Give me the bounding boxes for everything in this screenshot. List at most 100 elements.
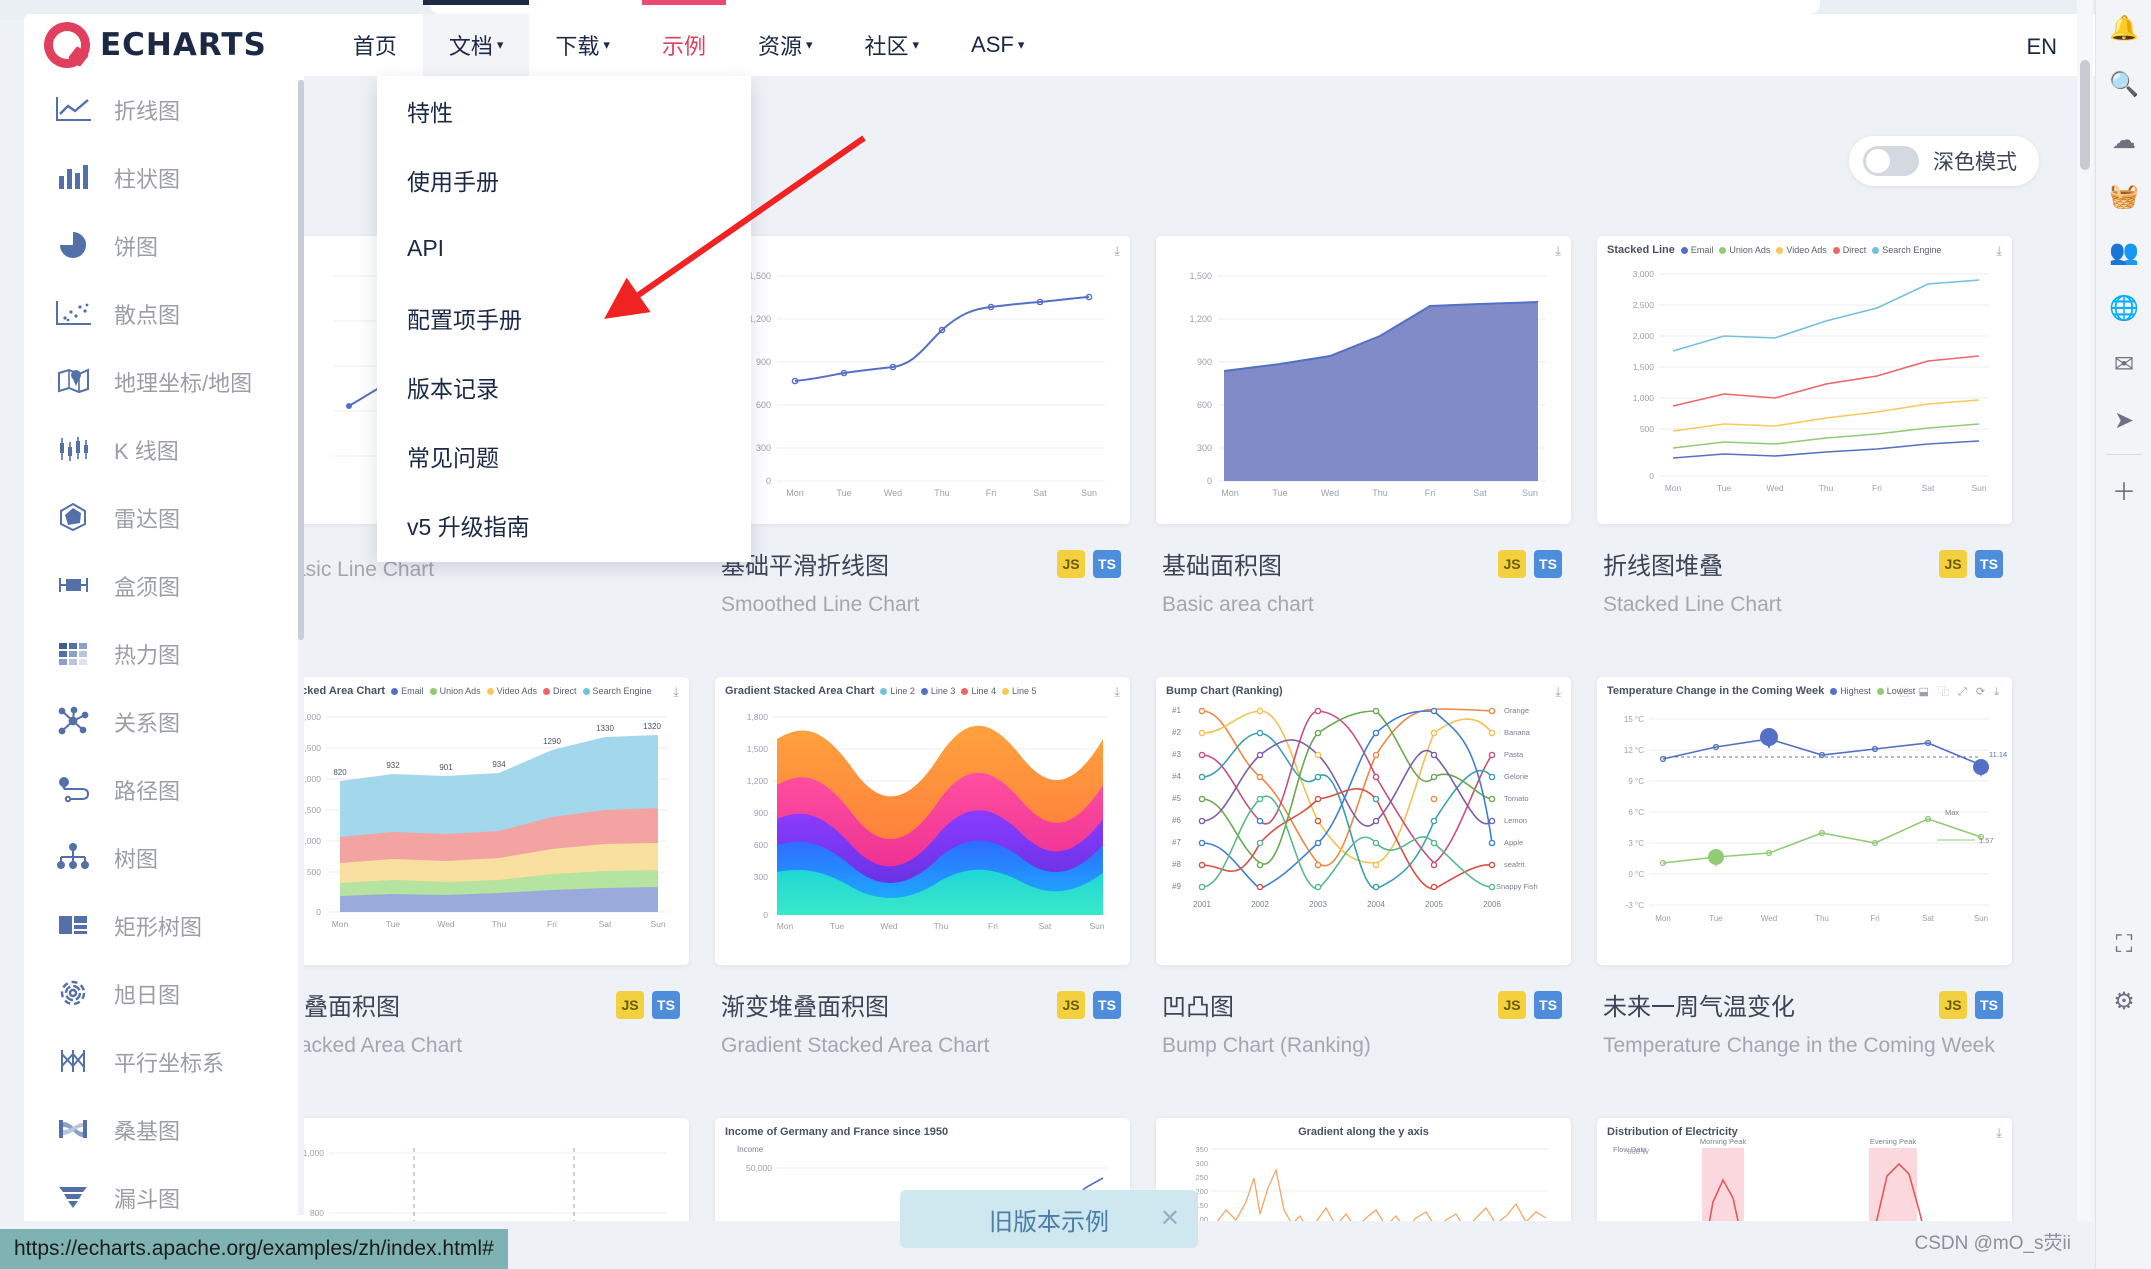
sidebar-item-heatmap[interactable]: 热力图 xyxy=(24,620,304,688)
example-card[interactable]: Bump Chart (Ranking) #1 #2 #3 #4 #5 #6 #7 #8 #… xyxy=(1156,677,1584,1058)
legend-item[interactable]: Union Ads xyxy=(429,686,481,696)
legend-item[interactable]: Search Engine xyxy=(582,686,652,696)
plus-icon[interactable]: ＋ xyxy=(2096,461,2151,517)
badge-ts[interactable]: TS xyxy=(1975,549,2003,578)
basket-icon[interactable]: 🧺 xyxy=(2096,168,2151,224)
badge-ts[interactable]: TS xyxy=(1093,549,1121,578)
badge-js[interactable]: JS xyxy=(1057,549,1085,578)
badge-ts[interactable]: TS xyxy=(1534,549,1562,578)
legend-item[interactable]: Direct xyxy=(1832,245,1866,255)
outlook-icon[interactable]: ✉ xyxy=(2096,336,2151,392)
dropdown-item-changelog[interactable]: 版本记录 xyxy=(377,352,751,421)
search-icon[interactable]: 🔍 xyxy=(2096,56,2151,112)
chart-thumbnail[interactable]: 1,000800600 xyxy=(304,1118,689,1221)
chart-thumbnail[interactable]: 1,500 1,200 900 600 300 0 Mon Tue Wed Thu Fri Sa… xyxy=(1156,236,1571,524)
dark-mode-switch[interactable] xyxy=(1863,146,1919,176)
chart-thumbnail[interactable]: Temperature Change in the Coming Week Hi… xyxy=(1597,677,2012,965)
badge-ts[interactable]: TS xyxy=(1975,990,2003,1019)
example-card[interactable]: Gradient along the y axis 350 300 250 200 1… xyxy=(1156,1118,1584,1221)
download-icon[interactable]: ⤓ xyxy=(1996,1125,2002,1141)
page-scrollbar[interactable] xyxy=(2077,0,2093,1221)
badge-ts[interactable]: TS xyxy=(652,990,680,1019)
sidebar-item-bar[interactable]: 柱状图 xyxy=(24,144,304,212)
dark-mode-toggle[interactable]: 深色模式 xyxy=(1849,136,2039,186)
nav-item-asf[interactable]: ASF ▾ xyxy=(945,14,1050,76)
badge-ts[interactable]: TS xyxy=(1093,990,1121,1019)
toolbox-icons[interactable]: ⬚ ⬓ ⿻ ⤢ ⟳ ⤓ xyxy=(1899,683,2002,699)
badge-js[interactable]: JS xyxy=(1939,549,1967,578)
legend-item[interactable]: Line 2 xyxy=(880,686,915,696)
close-icon[interactable]: ✕ xyxy=(1160,1204,1180,1233)
sidebar-item-funnel[interactable]: 漏斗图 xyxy=(24,1164,304,1221)
sidebar-item-candlestick[interactable]: K 线图 xyxy=(24,416,304,484)
chart-thumbnail[interactable]: Gradient Stacked Area Chart Line 2 Line … xyxy=(715,677,1130,965)
badge-js[interactable]: JS xyxy=(1498,990,1526,1019)
example-card[interactable]: Stacked Line Email Union Ads Video Ads D… xyxy=(1597,236,2025,617)
badge-js[interactable]: JS xyxy=(616,990,644,1019)
nav-item-home[interactable]: 首页 xyxy=(327,14,423,76)
legend-item[interactable]: Email xyxy=(1680,245,1713,255)
echarts-logo[interactable]: ECHARTS xyxy=(44,22,267,68)
page-scrollbar-thumb[interactable] xyxy=(2080,60,2090,170)
chart-thumbnail[interactable]: Stacked Line Email Union Ads Video Ads D… xyxy=(1597,236,2012,524)
download-icon[interactable]: ⤓ xyxy=(1996,243,2002,259)
language-switch[interactable]: EN xyxy=(2026,34,2057,60)
nav-item-docs[interactable]: 文档 ▾ xyxy=(422,0,530,76)
legend-item[interactable]: Video Ads xyxy=(1776,245,1827,255)
settings-icon[interactable]: ⚙ xyxy=(2096,973,2151,1029)
dropdown-item-faq[interactable]: 常见问题 xyxy=(377,421,751,490)
globe-icon[interactable]: 🌐 xyxy=(2096,280,2151,336)
example-card[interactable]: 1,000800600 xyxy=(304,1118,702,1221)
sidebar-item-map[interactable]: 地理坐标/地图 xyxy=(24,348,304,416)
cloud-icon[interactable]: ☁ xyxy=(2096,112,2151,168)
download-icon[interactable]: ⤓ xyxy=(673,684,679,700)
download-icon[interactable]: ⤓ xyxy=(1114,243,1120,259)
legend-item[interactable]: Union Ads xyxy=(1719,245,1770,255)
legend-item[interactable]: Line 4 xyxy=(961,686,996,696)
example-card[interactable]: 1,500 1,200 900 600 300 0 Mon Tue Wed Thu Fri Sa… xyxy=(715,236,1143,617)
legend-item[interactable]: Direct xyxy=(543,686,577,696)
nav-item-resources[interactable]: 资源 ▾ xyxy=(732,14,839,76)
chart-thumbnail[interactable]: Gradient along the y axis 350 300 250 200 1… xyxy=(1156,1118,1571,1221)
chart-thumbnail[interactable]: Bump Chart (Ranking) #1 #2 #3 #4 #5 #6 #7 #8 #… xyxy=(1156,677,1571,965)
dropdown-item-option-manual[interactable]: 配置项手册 xyxy=(377,283,751,352)
legend-item[interactable]: Search Engine xyxy=(1872,245,1941,255)
sidebar-item-radar[interactable]: 雷达图 xyxy=(24,484,304,552)
sidebar-item-sunburst[interactable]: 旭日图 xyxy=(24,960,304,1028)
sidebar-item-boxplot[interactable]: 盒须图 xyxy=(24,552,304,620)
chart-thumbnail[interactable]: 1,500 1,200 900 600 300 0 Mon Tue Wed Thu Fri Sa… xyxy=(715,236,1130,524)
snip-icon[interactable]: ⛶ xyxy=(2096,917,2151,973)
sidebar-item-tree[interactable]: 树图 xyxy=(24,824,304,892)
dropdown-item-handbook[interactable]: 使用手册 xyxy=(377,145,751,214)
chart-thumbnail[interactable]: Distribution of Electricity ⤓ Flow Data … xyxy=(1597,1118,2012,1221)
sidebar-item-sankey[interactable]: 桑基图 xyxy=(24,1096,304,1164)
badge-js[interactable]: JS xyxy=(1939,990,1967,1019)
example-card[interactable]: Distribution of Electricity ⤓ Flow Data … xyxy=(1597,1118,2025,1221)
example-card[interactable]: Stacked Area Chart Email Union Ads Video… xyxy=(304,677,702,1058)
example-card[interactable]: Gradient Stacked Area Chart Line 2 Line … xyxy=(715,677,1143,1058)
legend-item[interactable]: Highest xyxy=(1830,686,1871,696)
send-icon[interactable]: ➤ xyxy=(2096,392,2151,448)
badge-js[interactable]: JS xyxy=(1057,990,1085,1019)
chart-thumbnail[interactable]: Stacked Area Chart Email Union Ads Video… xyxy=(304,677,689,965)
sidebar-item-scatter[interactable]: 散点图 xyxy=(24,280,304,348)
example-card[interactable]: 1,500 1,200 900 600 300 0 Mon Tue Wed Thu Fri Sa… xyxy=(1156,236,1584,617)
nav-item-community[interactable]: 社区 ▾ xyxy=(839,14,946,76)
legacy-examples-toast[interactable]: 旧版本示例 ✕ xyxy=(900,1190,1198,1248)
legend-item[interactable]: Line 5 xyxy=(1001,686,1037,696)
nav-item-examples[interactable]: 示例 xyxy=(636,0,732,76)
nav-item-download[interactable]: 下载 ▾ xyxy=(529,14,636,76)
sidebar-item-graph[interactable]: 关系图 xyxy=(24,688,304,756)
dropdown-item-features[interactable]: 特性 xyxy=(377,76,751,145)
bell-icon[interactable]: 🔔 xyxy=(2096,0,2151,56)
sidebar-item-lines[interactable]: 路径图 xyxy=(24,756,304,824)
legend-item[interactable]: Email xyxy=(391,686,424,696)
legend-item[interactable]: Line 3 xyxy=(920,686,955,696)
download-icon[interactable]: ⤓ xyxy=(1555,684,1561,700)
download-icon[interactable]: ⤓ xyxy=(1555,243,1561,259)
sidebar-item-treemap[interactable]: 矩形树图 xyxy=(24,892,304,960)
sidebar-item-parallel[interactable]: 平行坐标系 xyxy=(24,1028,304,1096)
dropdown-item-api[interactable]: API xyxy=(377,214,751,283)
sidebar-item-line[interactable]: 折线图 xyxy=(24,76,304,144)
legend-item[interactable]: Video Ads xyxy=(486,686,537,696)
